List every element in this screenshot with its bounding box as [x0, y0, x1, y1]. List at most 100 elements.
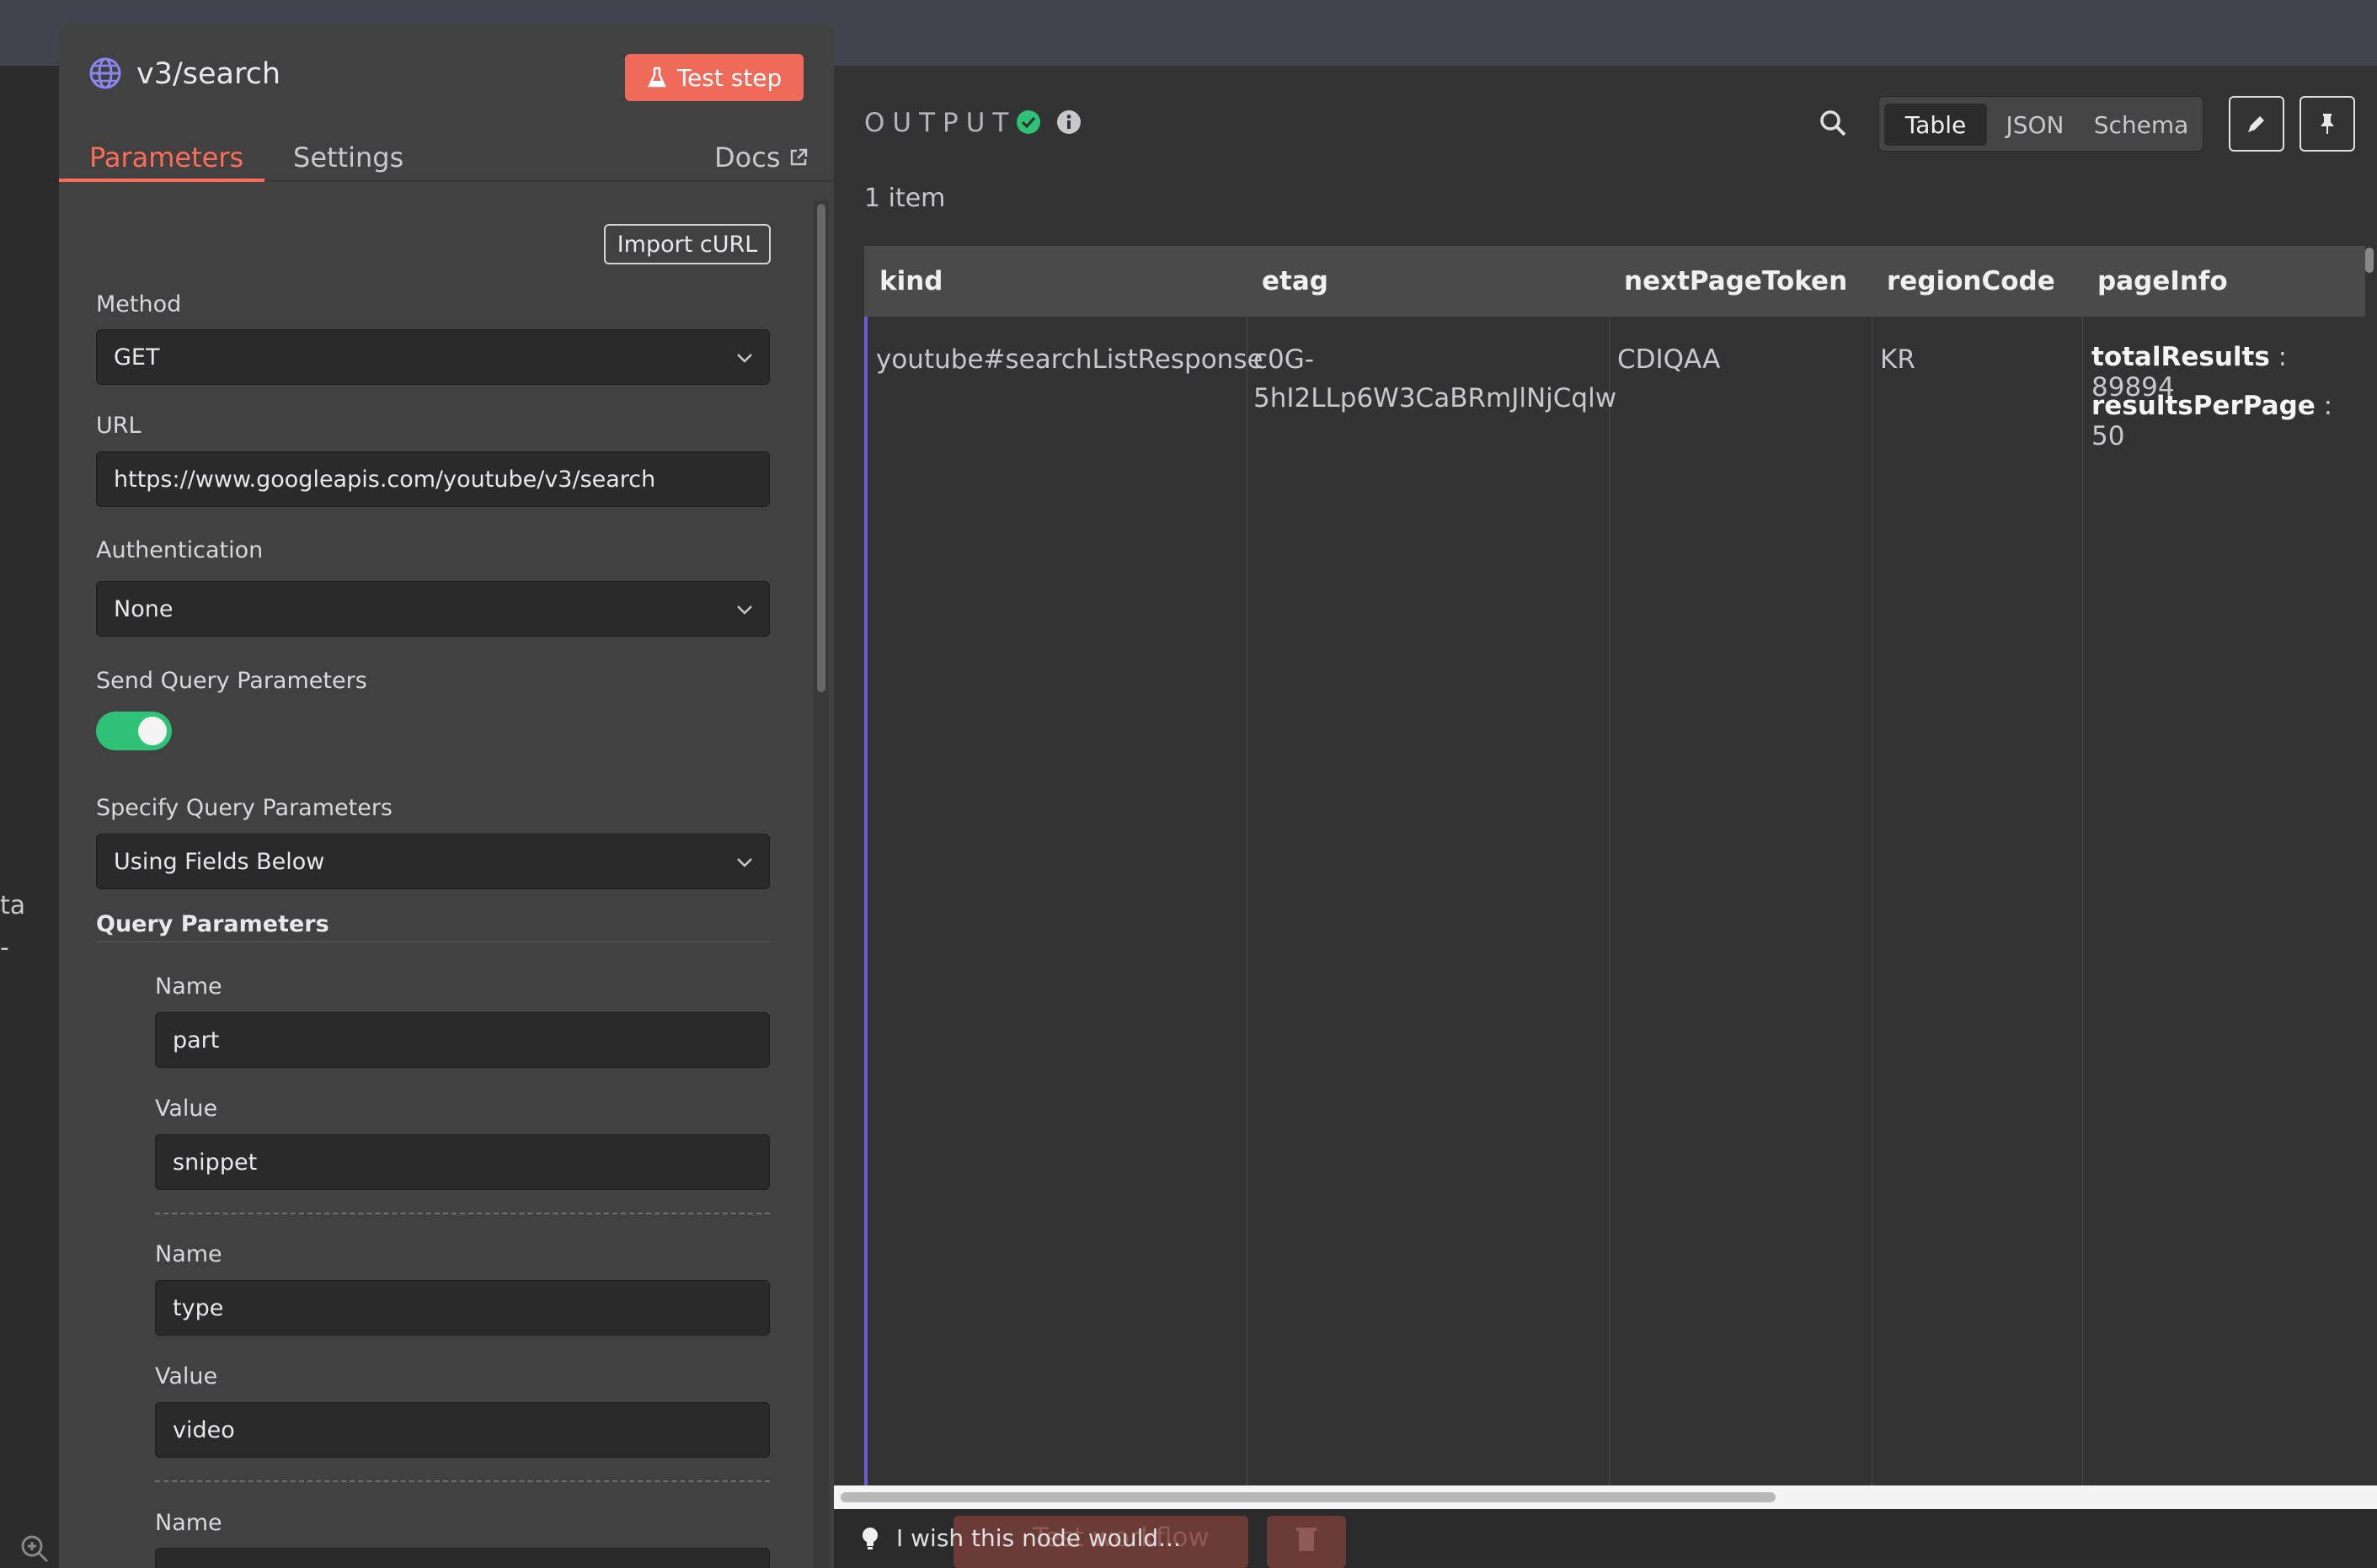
method-select[interactable]: GET: [96, 329, 770, 385]
cell-etag-line-2: 5hI2LLp6W3CaBRmJlNjCqlw: [1253, 383, 1617, 413]
canvas-partial-text: ta: [0, 891, 26, 920]
chevron-down-icon: [737, 354, 752, 363]
cell-etag-line-1: c0G-: [1253, 344, 1314, 375]
globe-icon: [89, 57, 121, 89]
pencil-icon: [2248, 116, 2264, 132]
trash-button: [1267, 1516, 1346, 1568]
send-query-toggle[interactable]: [96, 712, 172, 750]
column-divider: [1609, 317, 1610, 1489]
column-header-nextpagetoken: nextPageToken: [1624, 266, 1848, 296]
pageinfo-key: resultsPerPage: [2091, 391, 2316, 421]
cell-regioncode: KR: [1880, 344, 1915, 375]
view-schema-button[interactable]: Schema: [2086, 104, 2196, 146]
cell-kind: youtube#searchListResponse: [876, 344, 1263, 375]
column-header-pageinfo: pageInfo: [2097, 266, 2228, 296]
output-panel: OUTPUT Table JSON Schema 1 item kind eta…: [834, 66, 2377, 1568]
specify-query-label: Specify Query Parameters: [96, 795, 393, 821]
pageinfo-results-per-page: resultsPerPage : 50: [2091, 391, 2365, 451]
url-input[interactable]: https://www.googleapis.com/youtube/v3/se…: [96, 451, 770, 507]
column-header-regioncode: regionCode: [1887, 266, 2055, 296]
form-scrollbar-thumb[interactable]: [817, 204, 825, 692]
param-divider: [155, 1213, 770, 1214]
toggle-knob: [138, 717, 167, 745]
column-header-kind: kind: [879, 266, 943, 296]
param-divider: [155, 1480, 770, 1482]
param-name-input[interactable]: type: [155, 1280, 770, 1336]
cell-etag: c0G- 5hI2LLp6W3CaBRmJlNjCqlw: [1253, 340, 1616, 418]
feedback-input[interactable]: I wish this node would...: [896, 1524, 1181, 1552]
canvas-background: [0, 66, 59, 1568]
trash-icon: [1296, 1528, 1317, 1551]
param-value-input[interactable]: video: [155, 1402, 770, 1458]
param-name-input[interactable]: q: [155, 1548, 770, 1568]
tab-parameters[interactable]: Parameters: [89, 141, 243, 173]
flask-icon: [647, 67, 666, 88]
authentication-label: Authentication: [96, 537, 264, 563]
specify-query-select[interactable]: Using Fields Below: [96, 834, 770, 889]
parameters-form: Import cURL Method GET URL https://www.g…: [59, 200, 809, 1568]
docs-label: Docs: [714, 141, 781, 173]
lightbulb-icon: [863, 1528, 878, 1549]
pageinfo-key: totalResults: [2091, 342, 2270, 372]
param-name-value: type: [173, 1294, 224, 1321]
feedback-bar: Test workflow I wish this node would...: [834, 1509, 2377, 1568]
external-link-icon: [791, 148, 808, 166]
param-value-value: snippet: [173, 1149, 258, 1176]
node-title[interactable]: v3/search: [136, 57, 280, 91]
import-curl-button[interactable]: Import cURL: [604, 224, 771, 264]
view-switcher: Table JSON Schema: [1878, 96, 2203, 152]
table-vertical-scrollbar[interactable]: [2362, 246, 2377, 330]
send-query-label: Send Query Parameters: [96, 668, 367, 694]
chevron-down-icon: [737, 858, 752, 867]
section-divider: [96, 941, 770, 942]
column-header-etag: etag: [1262, 266, 1328, 296]
form-scrollbar[interactable]: [814, 200, 829, 1568]
output-table: kind etag nextPageToken regionCode pageI…: [864, 246, 2365, 1489]
query-parameters-title: Query Parameters: [96, 911, 329, 937]
pin-icon: [2321, 114, 2334, 134]
param-value-label: Value: [155, 1363, 218, 1389]
zoom-in-icon[interactable]: [19, 1533, 52, 1566]
authentication-select[interactable]: None: [96, 581, 770, 637]
method-label: Method: [96, 291, 182, 317]
view-table-button[interactable]: Table: [1884, 104, 1987, 146]
docs-link[interactable]: Docs: [714, 141, 809, 173]
chevron-down-icon: [737, 605, 752, 615]
table-horizontal-scrollbar[interactable]: [834, 1485, 2377, 1509]
url-value: https://www.googleapis.com/youtube/v3/se…: [114, 466, 656, 493]
active-tab-indicator: [59, 179, 264, 182]
param-value-value: video: [173, 1416, 235, 1443]
item-count: 1 item: [864, 184, 946, 213]
method-value: GET: [114, 344, 160, 371]
table-header: kind etag nextPageToken regionCode pageI…: [864, 246, 2365, 317]
edit-output-button[interactable]: [2229, 96, 2284, 152]
param-name-label: Name: [155, 1510, 222, 1536]
canvas-partial-text-2: -: [0, 933, 9, 963]
table-vertical-scrollbar-thumb[interactable]: [2365, 248, 2374, 273]
table-row: [864, 317, 2365, 1489]
authentication-value: None: [114, 595, 174, 622]
cell-nextpagetoken: CDIQAA: [1617, 344, 1721, 375]
param-name-label: Name: [155, 973, 222, 1000]
tab-settings[interactable]: Settings: [293, 141, 403, 173]
specify-query-value: Using Fields Below: [114, 848, 325, 875]
test-step-label: Test step: [676, 63, 783, 92]
success-check-icon: [1017, 110, 1040, 134]
pin-data-button[interactable]: [2300, 96, 2355, 152]
test-step-button[interactable]: Test step: [625, 54, 804, 101]
info-icon[interactable]: [1056, 109, 1082, 135]
parameter-tabs: Parameters Settings Docs: [59, 125, 834, 182]
param-name-label: Name: [155, 1241, 222, 1267]
column-divider: [2082, 317, 2083, 1489]
param-value-label: Value: [155, 1096, 218, 1122]
param-value-input[interactable]: snippet: [155, 1134, 770, 1190]
output-title: OUTPUT: [864, 108, 1017, 138]
view-json-button[interactable]: JSON: [1995, 104, 2075, 146]
table-horizontal-scrollbar-thumb[interactable]: [841, 1492, 1776, 1502]
param-name-value: part: [173, 1027, 220, 1053]
search-icon[interactable]: [1818, 108, 1850, 140]
node-parameters-panel: v3/search Test step Parameters Settings …: [59, 24, 834, 1568]
param-name-input[interactable]: part: [155, 1012, 770, 1068]
param-name-value: q: [173, 1563, 187, 1568]
node-header: v3/search Test step Parameters Settings …: [59, 24, 834, 182]
